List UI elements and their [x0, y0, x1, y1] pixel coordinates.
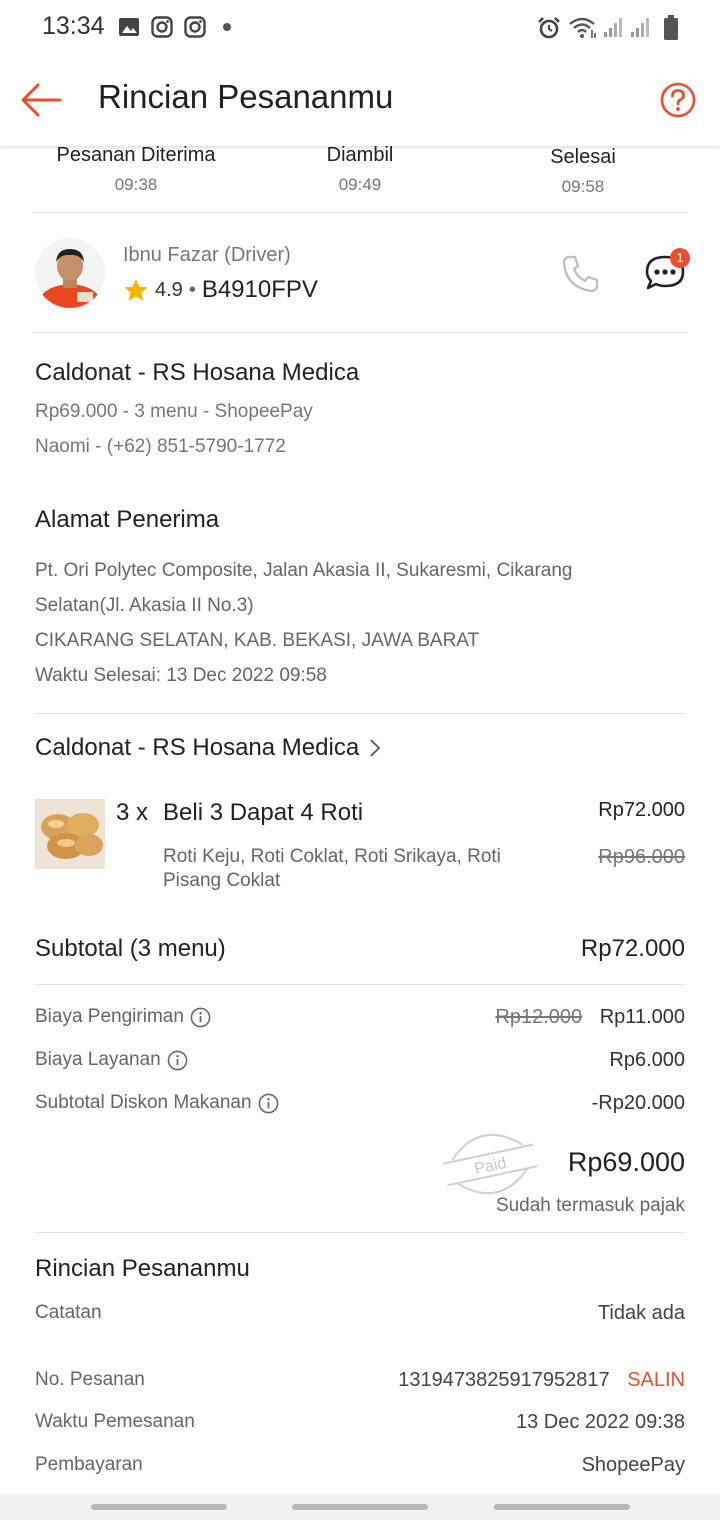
note-value: Tidak ada — [597, 1302, 685, 1324]
order-time-value: 13 Dec 2022 09:38 — [515, 1411, 685, 1433]
item-original-price: Rp96.000 — [598, 846, 685, 868]
divider — [35, 332, 685, 333]
phone-icon[interactable] — [560, 254, 600, 294]
step-label: Selesai — [550, 146, 616, 168]
star-icon — [124, 279, 148, 301]
step-label: Pesanan Diterima — [56, 144, 216, 166]
info-icon[interactable] — [190, 1007, 211, 1028]
subtotal-value: Rp72.000 — [580, 935, 685, 962]
delivery-fee-row: Biaya Pengiriman — [35, 1006, 211, 1028]
signal-icon — [604, 18, 622, 37]
divider — [35, 212, 685, 213]
address-line: Pt. Ori Polytec Composite, Jalan Akasia … — [35, 560, 573, 581]
order-time-label: Waktu Pemesanan — [35, 1411, 195, 1432]
item-options: Roti Keju, Roti Coklat, Roti Srikaya, Ro… — [163, 846, 501, 867]
chat-badge: 1 — [670, 248, 690, 268]
app-bar: Rincian Pesananmu — [0, 56, 720, 146]
driver-rating: 4.9 — [155, 278, 183, 301]
divider — [35, 984, 685, 985]
store-link[interactable]: Caldonat - RS Hosana Medica — [35, 734, 383, 762]
item-name: Beli 3 Dapat 4 Roti — [163, 799, 364, 826]
step-completed: Selesai 09:58 — [463, 146, 703, 197]
chat-button[interactable]: 1 — [642, 248, 690, 296]
wifi-icon — [569, 17, 596, 38]
address-line: Selatan(Jl. Akasia II No.3) — [35, 595, 254, 616]
driver-meta: 4.9 • B4910FPV — [123, 276, 318, 304]
discount-row: Subtotal Diskon Makanan — [35, 1092, 279, 1114]
meta-separator: • — [188, 278, 196, 301]
step-time: 09:58 — [561, 177, 605, 196]
instagram-icon — [151, 16, 173, 38]
step-picked-up: Diambil 09:49 — [240, 144, 480, 195]
item-quantity: 3 x — [116, 799, 149, 826]
info-icon[interactable] — [167, 1050, 188, 1071]
nav-recent-handle[interactable] — [91, 1504, 227, 1510]
battery-icon — [664, 15, 678, 40]
order-summary-line: Rp69.000 - 3 menu - ShopeePay — [35, 401, 313, 422]
notification-dot-icon — [223, 23, 231, 31]
step-time: 09:49 — [338, 175, 382, 194]
status-time: 13:34 — [42, 12, 105, 40]
step-time: 09:38 — [114, 175, 158, 194]
signal-icon-2 — [631, 18, 649, 37]
order-progress: Pesanan Diterima 09:38 Diambil 09:49 Sel… — [0, 142, 720, 212]
nav-back-handle[interactable] — [494, 1504, 630, 1510]
fee-original: Rp12.000 — [495, 1006, 583, 1028]
paid-stamp: Paid — [442, 1133, 538, 1195]
help-icon[interactable] — [660, 82, 696, 118]
driver-name: Ibnu Fazar (Driver) — [123, 244, 291, 266]
completion-time: Waktu Selesai: 13 Dec 2022 09:58 — [35, 665, 327, 686]
item-options: Pisang Coklat — [163, 870, 281, 891]
order-number-label: No. Pesanan — [35, 1369, 145, 1390]
store-name: Caldonat - RS Hosana Medica — [35, 359, 360, 386]
fee-label: Biaya Pengiriman — [35, 1006, 184, 1027]
subtotal-label: Subtotal (3 menu) — [35, 935, 226, 962]
driver-plate: B4910FPV — [201, 276, 318, 303]
gallery-icon — [119, 18, 139, 36]
divider — [35, 713, 685, 714]
order-number-row: 1319473825917952817 SALIN — [398, 1369, 685, 1392]
fee-value: Rp6.000 — [609, 1049, 685, 1071]
fee-value: Rp11.000 — [599, 1006, 685, 1028]
step-label: Diambil — [326, 144, 394, 166]
item-price: Rp72.000 — [598, 799, 685, 821]
service-fee-row: Biaya Layanan — [35, 1049, 188, 1071]
item-image — [35, 799, 105, 869]
system-nav-bar — [0, 1494, 720, 1520]
chevron-right-icon — [370, 739, 381, 757]
note-label: Catatan — [35, 1302, 102, 1323]
instagram-icon-2 — [184, 16, 206, 38]
fee-value: -Rp20.000 — [591, 1092, 685, 1114]
fee-label: Subtotal Diskon Makanan — [35, 1092, 252, 1113]
fee-label: Biaya Layanan — [35, 1049, 161, 1070]
alarm-icon — [538, 17, 560, 39]
status-bar: 13:34 — [0, 0, 720, 56]
store-link-label: Caldonat - RS Hosana Medica — [35, 734, 360, 761]
tax-note: Sudah termasuk pajak — [495, 1195, 685, 1216]
paid-stamp-text: Paid — [473, 1155, 508, 1178]
driver-avatar[interactable] — [35, 238, 105, 308]
copy-button[interactable]: SALIN — [627, 1369, 685, 1391]
page-title: Rincian Pesananmu — [98, 78, 394, 115]
recipient-contact: Naomi - (+62) 851-5790-1772 — [35, 436, 286, 457]
payment-label: Pembayaran — [35, 1454, 143, 1475]
order-number-value: 1319473825917952817 — [398, 1369, 610, 1391]
driver-card: Ibnu Fazar (Driver) 4.9 • B4910FPV 1 — [0, 236, 720, 316]
delivery-fee-values: Rp12.000 Rp11.000 — [495, 1006, 685, 1029]
back-arrow-icon[interactable] — [20, 82, 62, 118]
total-value: Rp69.000 — [567, 1147, 685, 1177]
nav-home-handle[interactable] — [292, 1504, 428, 1510]
address-heading: Alamat Penerima — [35, 506, 220, 533]
payment-value: ShopeePay — [581, 1454, 685, 1476]
divider — [35, 1232, 685, 1233]
address-line: CIKARANG SELATAN, KAB. BEKASI, JAWA BARA… — [35, 630, 480, 651]
info-icon[interactable] — [258, 1093, 279, 1114]
details-heading: Rincian Pesananmu — [35, 1255, 250, 1282]
step-received: Pesanan Diterima 09:38 — [16, 144, 256, 195]
